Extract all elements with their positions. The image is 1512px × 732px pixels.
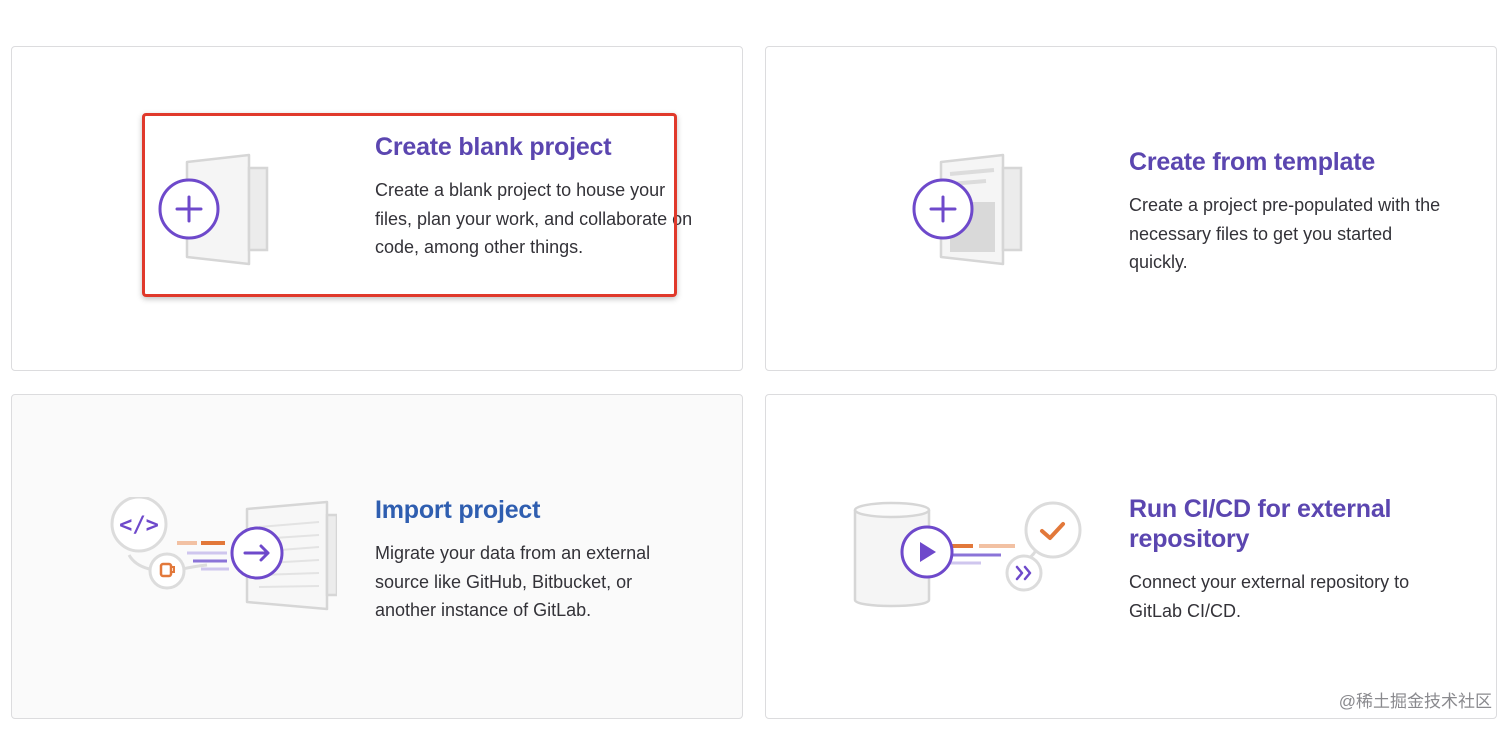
card-title: Create blank project [375,133,612,161]
cicd-play-icon [853,501,1082,608]
watermark: @稀土掘金技术社区 [1338,692,1492,711]
card-description: Create a project pre-populated with the … [1129,195,1441,272]
import-arrow-icon: </> [110,497,337,611]
run-cicd-text: Run CI/CD for external repository Connec… [1129,494,1449,625]
run-cicd-card[interactable]: Run CI/CD for external repository Connec… [765,394,1497,719]
card-description: Migrate your data from an external sourc… [375,543,651,620]
card-description: Connect your external repository to GitL… [1129,572,1410,621]
create-blank-project-card[interactable]: Create blank project Create a blank proj… [11,46,743,371]
new-document-plus-icon [158,153,269,266]
card-description: Create a blank project to house your fil… [375,180,693,257]
card-title: Import project [375,496,541,524]
svg-text:</>: </> [119,513,159,538]
create-from-template-card[interactable]: Create from template Create a project pr… [765,46,1497,371]
card-title: Create from template [1129,148,1376,176]
create-blank-project-text: Create blank project Create a blank proj… [375,132,695,262]
template-document-plus-icon [912,153,1023,266]
import-project-card[interactable]: </> Import project Migrate your data fro… [11,394,743,719]
card-title: Run CI/CD for external repository [1129,495,1392,553]
import-project-text: Import project Migrate your data from an… [375,495,695,625]
create-from-template-text: Create from template Create a project pr… [1129,147,1449,277]
